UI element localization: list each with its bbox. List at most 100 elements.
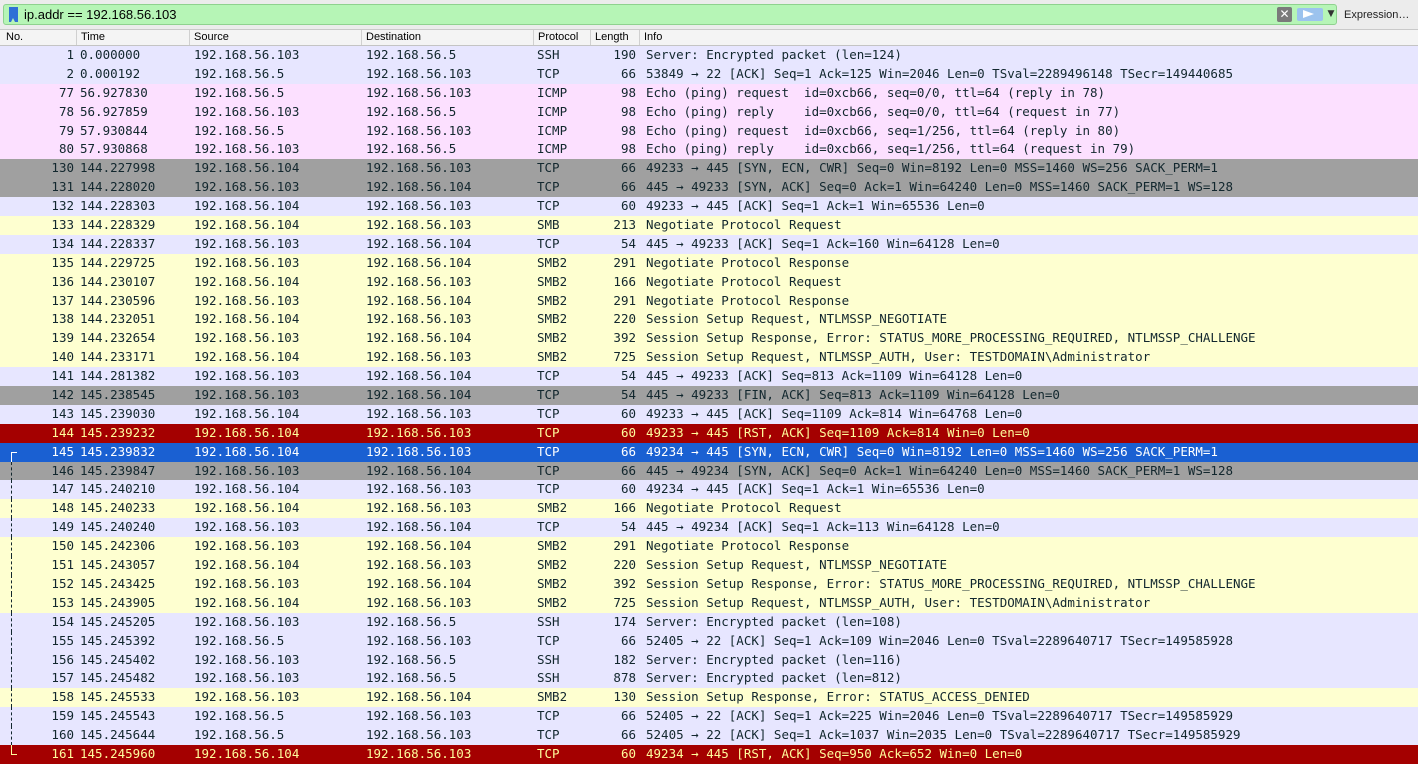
packet-row[interactable]: 2 0.000192 192.168.56.5 192.168.56.103 TCP 66…: [0, 64, 1418, 84]
column-header-source[interactable]: Source: [189, 30, 361, 45]
apply-filter-icon[interactable]: [1297, 8, 1323, 21]
packet-row[interactable]: 78 56.927859 192.168.56.103 192.168.56.5 ICM…: [0, 102, 1418, 122]
packet-source: 192.168.56.104: [194, 594, 300, 610]
packet-info: 49234 → 445 [SYN, ECN, CWR] Seq=0 Win=81…: [646, 443, 1218, 459]
packet-row[interactable]: 134 144.228337 192.168.56.103 192.168.56.10…: [0, 234, 1418, 254]
packet-number: 161: [51, 745, 74, 761]
packet-info: Negotiate Protocol Request: [646, 217, 842, 233]
packet-destination: 192.168.56.5: [366, 47, 457, 62]
packet-row[interactable]: 137 144.230596 192.168.56.103 192.168.56.10…: [0, 291, 1418, 311]
column-header-time[interactable]: Time: [76, 30, 189, 45]
packet-time: 0.000000: [80, 47, 141, 62]
packet-protocol: TCP: [537, 462, 560, 478]
packet-source: 192.168.56.104: [194, 424, 300, 440]
packet-time: 145.242306: [80, 538, 156, 554]
packet-row[interactable]: 132 144.228303 192.168.56.104 192.168.56.10…: [0, 197, 1418, 217]
packet-row[interactable]: 80 57.930868 192.168.56.103 192.168.56.5 ICM…: [0, 140, 1418, 160]
packet-row[interactable]: 154 145.245205 192.168.56.103 192.168.56.5 S…: [0, 612, 1418, 632]
packet-row[interactable]: 140 144.233171 192.168.56.104 192.168.56.10…: [0, 348, 1418, 368]
packet-info: Server: Encrypted packet (len=124): [646, 47, 902, 62]
column-header-no[interactable]: No.: [0, 30, 76, 45]
packet-protocol: SMB2: [537, 689, 568, 705]
packet-source: 192.168.56.103: [194, 292, 300, 308]
packet-number: 131: [51, 179, 74, 195]
packet-number: 150: [51, 538, 74, 554]
packet-time: 145.240233: [80, 500, 156, 516]
packet-time: 144.229725: [80, 254, 156, 270]
packet-time: 144.227998: [80, 160, 156, 176]
packet-row[interactable]: 139 144.232654 192.168.56.103 192.168.56.10…: [0, 329, 1418, 349]
display-filter-box[interactable]: ✕ ▼: [3, 4, 1337, 25]
column-header-destination[interactable]: Destination: [361, 30, 533, 45]
clear-filter-icon[interactable]: ✕: [1277, 7, 1292, 22]
packet-destination: 192.168.56.5: [366, 103, 457, 119]
packet-number: 2: [66, 65, 74, 81]
packet-info: Session Setup Response, Error: STATUS_MO…: [646, 575, 1256, 591]
packet-row[interactable]: 157 145.245482 192.168.56.103 192.168.56.5 S…: [0, 669, 1418, 689]
packet-source: 192.168.56.104: [194, 481, 300, 497]
packet-row[interactable]: 143 145.239030 192.168.56.104 192.168.56.10…: [0, 404, 1418, 424]
packet-number: 157: [51, 670, 74, 686]
packet-length: 98: [620, 84, 636, 100]
packet-row[interactable]: 141 144.281382 192.168.56.103 192.168.56.10…: [0, 367, 1418, 387]
packet-protocol: SMB2: [537, 292, 568, 308]
packet-row[interactable]: 161 145.245960 192.168.56.104 192.168.56.10…: [0, 744, 1418, 764]
expression-button[interactable]: Expression…: [1344, 7, 1418, 24]
packet-protocol: TCP: [537, 745, 560, 761]
packet-protocol: TCP: [537, 481, 560, 497]
packet-row[interactable]: 79 57.930844 192.168.56.5 192.168.56.103 ICM…: [0, 121, 1418, 141]
packet-row[interactable]: 147 145.240210 192.168.56.104 192.168.56.10…: [0, 480, 1418, 500]
packet-row[interactable]: 159 145.245543 192.168.56.5 192.168.56.103 T…: [0, 707, 1418, 727]
packet-row[interactable]: 152 145.243425 192.168.56.103 192.168.56.10…: [0, 574, 1418, 594]
packet-row[interactable]: 156 145.245402 192.168.56.103 192.168.56.5 S…: [0, 650, 1418, 670]
packet-row[interactable]: 77 56.927830 192.168.56.5 192.168.56.103 ICM…: [0, 83, 1418, 103]
packet-info: Server: Encrypted packet (len=108): [646, 613, 902, 629]
packet-row[interactable]: 142 145.238545 192.168.56.103 192.168.56.10…: [0, 386, 1418, 405]
packet-time: 145.243905: [80, 594, 156, 610]
packet-row[interactable]: 160 145.245644 192.168.56.5 192.168.56.103 T…: [0, 726, 1418, 745]
packet-row[interactable]: 145 145.239832 192.168.56.104 192.168.56.10…: [0, 442, 1418, 462]
packet-row[interactable]: 148 145.240233 192.168.56.104 192.168.56.10…: [0, 499, 1418, 519]
packet-row[interactable]: 151 145.243057 192.168.56.104 192.168.56.10…: [0, 556, 1418, 575]
column-header-protocol[interactable]: Protocol: [533, 30, 590, 45]
column-header-length[interactable]: Length: [590, 30, 639, 45]
packet-info: Session Setup Response, Error: STATUS_MO…: [646, 330, 1256, 346]
packet-row[interactable]: 153 145.243905 192.168.56.104 192.168.56.10…: [0, 593, 1418, 613]
display-filter-input[interactable]: [24, 5, 1264, 24]
packet-number: 79: [58, 122, 74, 138]
packet-row[interactable]: 144 145.239232 192.168.56.104 192.168.56.10…: [0, 423, 1418, 443]
packet-protocol: SSH: [537, 651, 560, 667]
packet-row[interactable]: 150 145.242306 192.168.56.103 192.168.56.10…: [0, 537, 1418, 557]
packet-info: 445 → 49233 [SYN, ACK] Seq=0 Ack=1 Win=6…: [646, 179, 1233, 195]
packet-row[interactable]: 149 145.240240 192.168.56.103 192.168.56.10…: [0, 518, 1418, 538]
packet-destination: 192.168.56.103: [366, 727, 472, 743]
packet-info: Echo (ping) reply id=0xcb66, seq=1/256, …: [646, 141, 1136, 157]
packet-row[interactable]: 133 144.228329 192.168.56.104 192.168.56.10…: [0, 216, 1418, 235]
packet-number: 133: [51, 217, 74, 233]
packet-number: 137: [51, 292, 74, 308]
packet-protocol: SMB2: [537, 538, 568, 554]
packet-number: 143: [51, 405, 74, 421]
packet-row[interactable]: 1 0.000000 192.168.56.103 192.168.56.5 SSH 19…: [0, 46, 1418, 65]
packet-row[interactable]: 138 144.232051 192.168.56.104 192.168.56.10…: [0, 310, 1418, 330]
column-header-info[interactable]: Info: [639, 30, 1418, 45]
packet-number: 142: [51, 387, 74, 403]
packet-row[interactable]: 136 144.230107 192.168.56.104 192.168.56.10…: [0, 272, 1418, 292]
packet-time: 145.239232: [80, 424, 156, 440]
packet-protocol: TCP: [537, 235, 560, 251]
packet-row[interactable]: 158 145.245533 192.168.56.103 192.168.56.10…: [0, 688, 1418, 708]
packet-protocol: TCP: [537, 519, 560, 535]
packet-info: Negotiate Protocol Request: [646, 273, 842, 289]
packet-row[interactable]: 135 144.229725 192.168.56.103 192.168.56.10…: [0, 253, 1418, 273]
packet-row[interactable]: 155 145.245392 192.168.56.5 192.168.56.103 T…: [0, 631, 1418, 651]
packet-time: 144.233171: [80, 349, 156, 365]
packet-row[interactable]: 130 144.227998 192.168.56.104 192.168.56.10…: [0, 159, 1418, 179]
packet-time: 144.228020: [80, 179, 156, 195]
packet-length: 98: [620, 141, 636, 157]
packet-length: 66: [620, 727, 636, 743]
packet-length: 291: [613, 538, 636, 554]
bookmark-icon[interactable]: [9, 7, 18, 22]
chevron-down-icon[interactable]: ▼: [1326, 5, 1336, 24]
packet-row[interactable]: 131 144.228020 192.168.56.103 192.168.56.10…: [0, 178, 1418, 198]
packet-row[interactable]: 146 145.239847 192.168.56.103 192.168.56.10…: [0, 461, 1418, 481]
